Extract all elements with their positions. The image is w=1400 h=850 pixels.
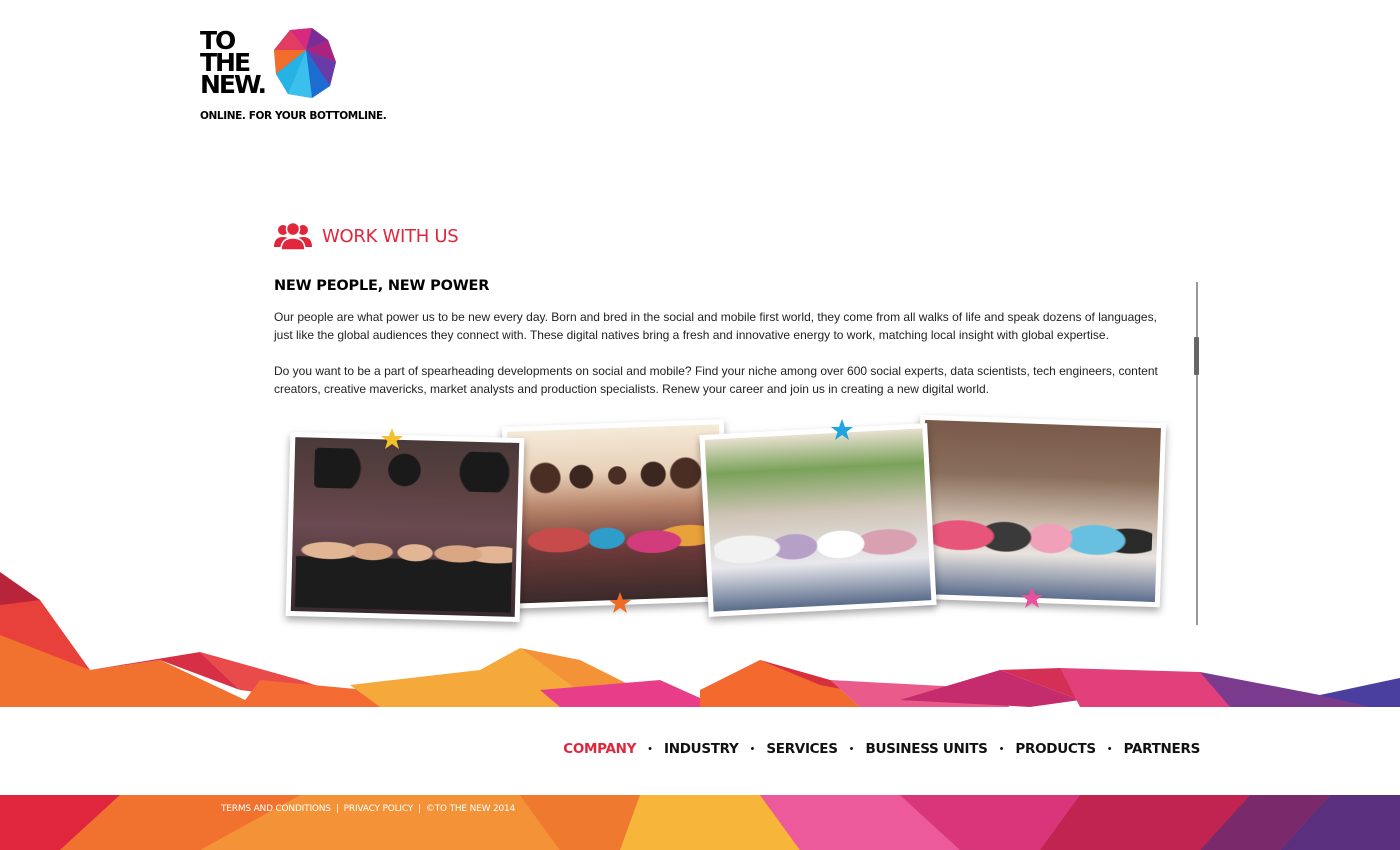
- privacy-link[interactable]: PRIVACY POLICY: [344, 804, 414, 814]
- logo-wordmark: TO THE NEW.: [200, 28, 267, 99]
- polygon-mountains-decoration: [0, 572, 1400, 707]
- people-icon: [274, 221, 312, 251]
- section-title: WORK WITH US: [322, 225, 459, 247]
- copyright-text: ©TO THE NEW 2014: [425, 804, 516, 814]
- footer-legal: TERMS AND CONDITIONS | PRIVACY POLICY | ©TO …: [221, 804, 515, 814]
- nav-separator: •: [750, 743, 755, 755]
- nav-separator: •: [1107, 743, 1112, 755]
- legal-divider: |: [418, 804, 421, 814]
- content-subheading: NEW PEOPLE, NEW POWER: [274, 278, 490, 294]
- intro-paragraph: Our people are what power us to be new e…: [274, 310, 1157, 342]
- logo-gem-icon: [274, 28, 336, 98]
- nav-item-business-units[interactable]: BUSINESS UNITS: [865, 741, 987, 757]
- nav-item-services[interactable]: SERVICES: [766, 741, 838, 757]
- nav-separator: •: [648, 743, 653, 755]
- nav-item-company[interactable]: COMPANY: [563, 741, 636, 757]
- logo-line: NEW.: [200, 70, 267, 99]
- content-area: NEW PEOPLE, NEW POWER Our people are wha…: [274, 278, 1174, 416]
- nav-separator: •: [849, 743, 854, 755]
- star-icon: [381, 428, 403, 449]
- section-header: WORK WITH US: [274, 220, 459, 252]
- footer-nav-bar: COMPANY • INDUSTRY • SERVICES • BUSINESS…: [0, 707, 1400, 795]
- career-paragraph: Do you want to be a part of spearheading…: [274, 364, 1158, 396]
- legal-divider: |: [335, 804, 339, 814]
- brand-logo[interactable]: TO THE NEW. ONLINE. FOR YOUR BOTTOMLINE.: [200, 28, 400, 128]
- tagline: ONLINE. FOR YOUR BOTTOMLINE.: [200, 110, 387, 122]
- footer-band-decoration: [0, 795, 1400, 850]
- nav-separator: •: [999, 743, 1004, 755]
- star-icon: [831, 419, 853, 440]
- scrollbar-thumb[interactable]: [1194, 337, 1199, 375]
- nav-item-industry[interactable]: INDUSTRY: [664, 741, 739, 757]
- nav-item-partners[interactable]: PARTNERS: [1124, 741, 1201, 757]
- nav-item-products[interactable]: PRODUCTS: [1015, 741, 1096, 757]
- terms-link[interactable]: TERMS AND CONDITIONS: [221, 804, 331, 814]
- main-nav: COMPANY • INDUSTRY • SERVICES • BUSINESS…: [563, 741, 1200, 757]
